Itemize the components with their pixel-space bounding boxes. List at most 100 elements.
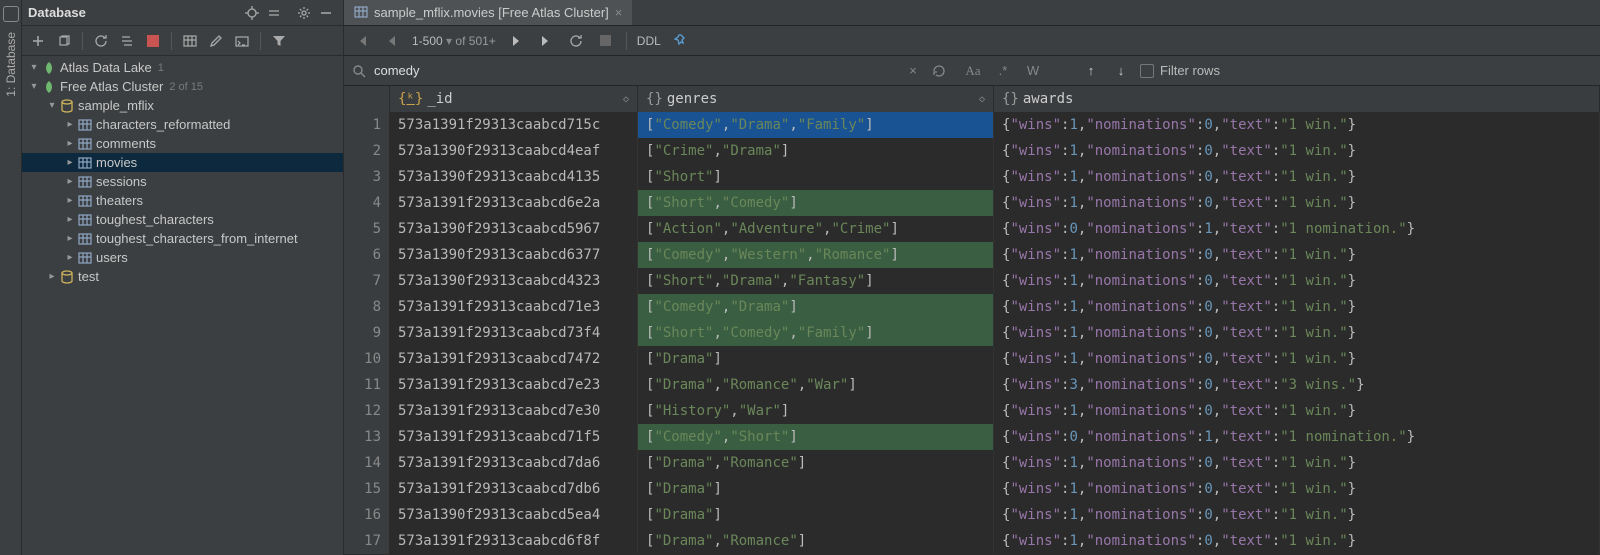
table-row[interactable]: 14573a1391f29313caabcd7da6["Drama", "Rom… xyxy=(344,450,1600,476)
table-row[interactable]: 17573a1391f29313caabcd6f8f["Drama", "Rom… xyxy=(344,528,1600,554)
cell-genres[interactable]: ["Short", "Comedy"] xyxy=(638,190,994,216)
database-tree[interactable]: ▾Atlas Data Lake1▾Free Atlas Cluster2 of… xyxy=(22,56,343,555)
cell-id[interactable]: 573a1391f29313caabcd7e23 xyxy=(390,372,638,398)
cell-id[interactable]: 573a1391f29313caabcd715c xyxy=(390,112,638,138)
cell-id[interactable]: 573a1391f29313caabcd71e3 xyxy=(390,294,638,320)
reload-button[interactable] xyxy=(566,31,586,51)
cell-awards[interactable]: {"wins": 1, "nominations": 0, "text": "1… xyxy=(994,528,1600,554)
cell-awards[interactable]: {"wins": 1, "nominations": 0, "text": "1… xyxy=(994,164,1600,190)
table-row[interactable]: 8573a1391f29313caabcd71e3["Comedy", "Dra… xyxy=(344,294,1600,320)
cell-awards[interactable]: {"wins": 1, "nominations": 0, "text": "1… xyxy=(994,502,1600,528)
cell-id[interactable]: 573a1390f29313caabcd4eaf xyxy=(390,138,638,164)
cell-genres[interactable]: ["Action", "Adventure", "Crime"] xyxy=(638,216,994,242)
column-header-id[interactable]: {ᵏ}_id◇ xyxy=(390,86,638,112)
cell-id[interactable]: 573a1390f29313caabcd5967 xyxy=(390,216,638,242)
refresh-button[interactable] xyxy=(89,29,113,53)
cell-genres[interactable]: ["Comedy", "Short"] xyxy=(638,424,994,450)
copy-button[interactable] xyxy=(52,29,76,53)
tree-node[interactable]: ▸toughest_characters_from_internet xyxy=(22,229,343,248)
sync-button[interactable] xyxy=(115,29,139,53)
editor-tab[interactable]: sample_mflix.movies [Free Atlas Cluster]… xyxy=(344,0,632,25)
cell-awards[interactable]: {"wins": 0, "nominations": 1, "text": "1… xyxy=(994,216,1600,242)
column-header-genres[interactable]: {}genres◇ xyxy=(638,86,994,112)
expand-arrow-icon[interactable]: ▸ xyxy=(64,214,76,225)
expand-arrow-icon[interactable]: ▸ xyxy=(46,271,58,282)
prev-match-button[interactable]: ↑ xyxy=(1080,63,1102,78)
data-grid[interactable]: . {ᵏ}_id◇ {}genres◇ {}awards 1573a1391f2… xyxy=(344,86,1600,555)
cell-id[interactable]: 573a1390f29313caabcd5ea4 xyxy=(390,502,638,528)
column-header-awards[interactable]: {}awards xyxy=(994,86,1600,112)
prev-page-button[interactable] xyxy=(382,31,402,51)
cell-awards[interactable]: {"wins": 1, "nominations": 0, "text": "1… xyxy=(994,320,1600,346)
cell-id[interactable]: 573a1391f29313caabcd7472 xyxy=(390,346,638,372)
collapse-icon[interactable] xyxy=(263,2,285,24)
cell-genres[interactable]: ["Comedy", "Western", "Romance"] xyxy=(638,242,994,268)
pin-button[interactable] xyxy=(671,31,691,51)
cell-awards[interactable]: {"wins": 1, "nominations": 0, "text": "1… xyxy=(994,268,1600,294)
cell-genres[interactable]: ["Drama", "Romance", "War"] xyxy=(638,372,994,398)
tree-node[interactable]: ▸theaters xyxy=(22,191,343,210)
expand-arrow-icon[interactable]: ▾ xyxy=(46,100,58,111)
table-row[interactable]: 11573a1391f29313caabcd7e23["Drama", "Rom… xyxy=(344,372,1600,398)
console-button[interactable] xyxy=(230,29,254,53)
expand-arrow-icon[interactable]: ▸ xyxy=(64,233,76,244)
cell-genres[interactable]: ["Comedy", "Drama"] xyxy=(638,294,994,320)
cell-id[interactable]: 573a1391f29313caabcd6e2a xyxy=(390,190,638,216)
filter-button[interactable] xyxy=(267,29,291,53)
filter-rows-toggle[interactable]: Filter rows xyxy=(1140,63,1220,78)
stop-query-button[interactable] xyxy=(596,31,616,51)
tree-node[interactable]: ▸sessions xyxy=(22,172,343,191)
clear-filter-icon[interactable]: × xyxy=(902,63,924,78)
filter-rows-checkbox[interactable] xyxy=(1140,64,1154,78)
next-match-button[interactable]: ↓ xyxy=(1110,63,1132,78)
tree-node[interactable]: ▸characters_reformatted xyxy=(22,115,343,134)
edit-button[interactable] xyxy=(204,29,228,53)
history-icon[interactable] xyxy=(932,64,954,78)
cell-genres[interactable]: ["Comedy", "Drama", "Family"] xyxy=(638,112,994,138)
cell-id[interactable]: 573a1391f29313caabcd71f5 xyxy=(390,424,638,450)
table-row[interactable]: 9573a1391f29313caabcd73f4["Short", "Come… xyxy=(344,320,1600,346)
cell-genres[interactable]: ["Drama"] xyxy=(638,502,994,528)
cell-awards[interactable]: {"wins": 0, "nominations": 1, "text": "1… xyxy=(994,424,1600,450)
expand-arrow-icon[interactable]: ▾ xyxy=(28,81,40,92)
cell-genres[interactable]: ["Drama", "Romance"] xyxy=(638,450,994,476)
expand-arrow-icon[interactable]: ▸ xyxy=(64,195,76,206)
table-row[interactable]: 4573a1391f29313caabcd6e2a["Short", "Come… xyxy=(344,190,1600,216)
expand-arrow-icon[interactable]: ▸ xyxy=(64,138,76,149)
tool-window-button[interactable] xyxy=(3,6,19,22)
cell-genres[interactable]: ["Short"] xyxy=(638,164,994,190)
cell-genres[interactable]: ["History", "War"] xyxy=(638,398,994,424)
table-row[interactable]: 3573a1390f29313caabcd4135["Short"]{"wins… xyxy=(344,164,1600,190)
tool-window-label[interactable]: 1: Database xyxy=(4,32,18,97)
regex-icon[interactable]: .* xyxy=(992,63,1014,78)
add-button[interactable] xyxy=(26,29,50,53)
cell-genres[interactable]: ["Drama"] xyxy=(638,476,994,502)
cell-id[interactable]: 573a1391f29313caabcd7e30 xyxy=(390,398,638,424)
target-icon[interactable] xyxy=(241,2,263,24)
cell-awards[interactable]: {"wins": 1, "nominations": 0, "text": "1… xyxy=(994,242,1600,268)
cell-id[interactable]: 573a1391f29313caabcd73f4 xyxy=(390,320,638,346)
cell-id[interactable]: 573a1390f29313caabcd4323 xyxy=(390,268,638,294)
tree-node[interactable]: ▸test xyxy=(22,267,343,286)
tree-node[interactable]: ▸movies xyxy=(22,153,343,172)
cell-genres[interactable]: ["Drama", "Romance"] xyxy=(638,528,994,554)
cell-awards[interactable]: {"wins": 1, "nominations": 0, "text": "1… xyxy=(994,476,1600,502)
cell-id[interactable]: 573a1391f29313caabcd7da6 xyxy=(390,450,638,476)
cell-id[interactable]: 573a1391f29313caabcd6f8f xyxy=(390,528,638,554)
cell-genres[interactable]: ["Short", "Comedy", "Family"] xyxy=(638,320,994,346)
cell-genres[interactable]: ["Short", "Drama", "Fantasy"] xyxy=(638,268,994,294)
table-row[interactable]: 15573a1391f29313caabcd7db6["Drama"]{"win… xyxy=(344,476,1600,502)
table-row[interactable]: 6573a1390f29313caabcd6377["Comedy", "Wes… xyxy=(344,242,1600,268)
cell-awards[interactable]: {"wins": 1, "nominations": 0, "text": "1… xyxy=(994,190,1600,216)
table-row[interactable]: 13573a1391f29313caabcd71f5["Comedy", "Sh… xyxy=(344,424,1600,450)
expand-arrow-icon[interactable]: ▸ xyxy=(64,176,76,187)
table-row[interactable]: 12573a1391f29313caabcd7e30["History", "W… xyxy=(344,398,1600,424)
cell-id[interactable]: 573a1390f29313caabcd6377 xyxy=(390,242,638,268)
page-range[interactable]: 1-500 ▾ of 501+ xyxy=(412,34,496,48)
filter-input[interactable]: comedy xyxy=(374,63,894,78)
cell-genres[interactable]: ["Drama"] xyxy=(638,346,994,372)
cell-awards[interactable]: {"wins": 1, "nominations": 0, "text": "1… xyxy=(994,398,1600,424)
expand-arrow-icon[interactable]: ▸ xyxy=(64,157,76,168)
tree-node[interactable]: ▾Free Atlas Cluster2 of 15 xyxy=(22,77,343,96)
expand-arrow-icon[interactable]: ▸ xyxy=(64,119,76,130)
